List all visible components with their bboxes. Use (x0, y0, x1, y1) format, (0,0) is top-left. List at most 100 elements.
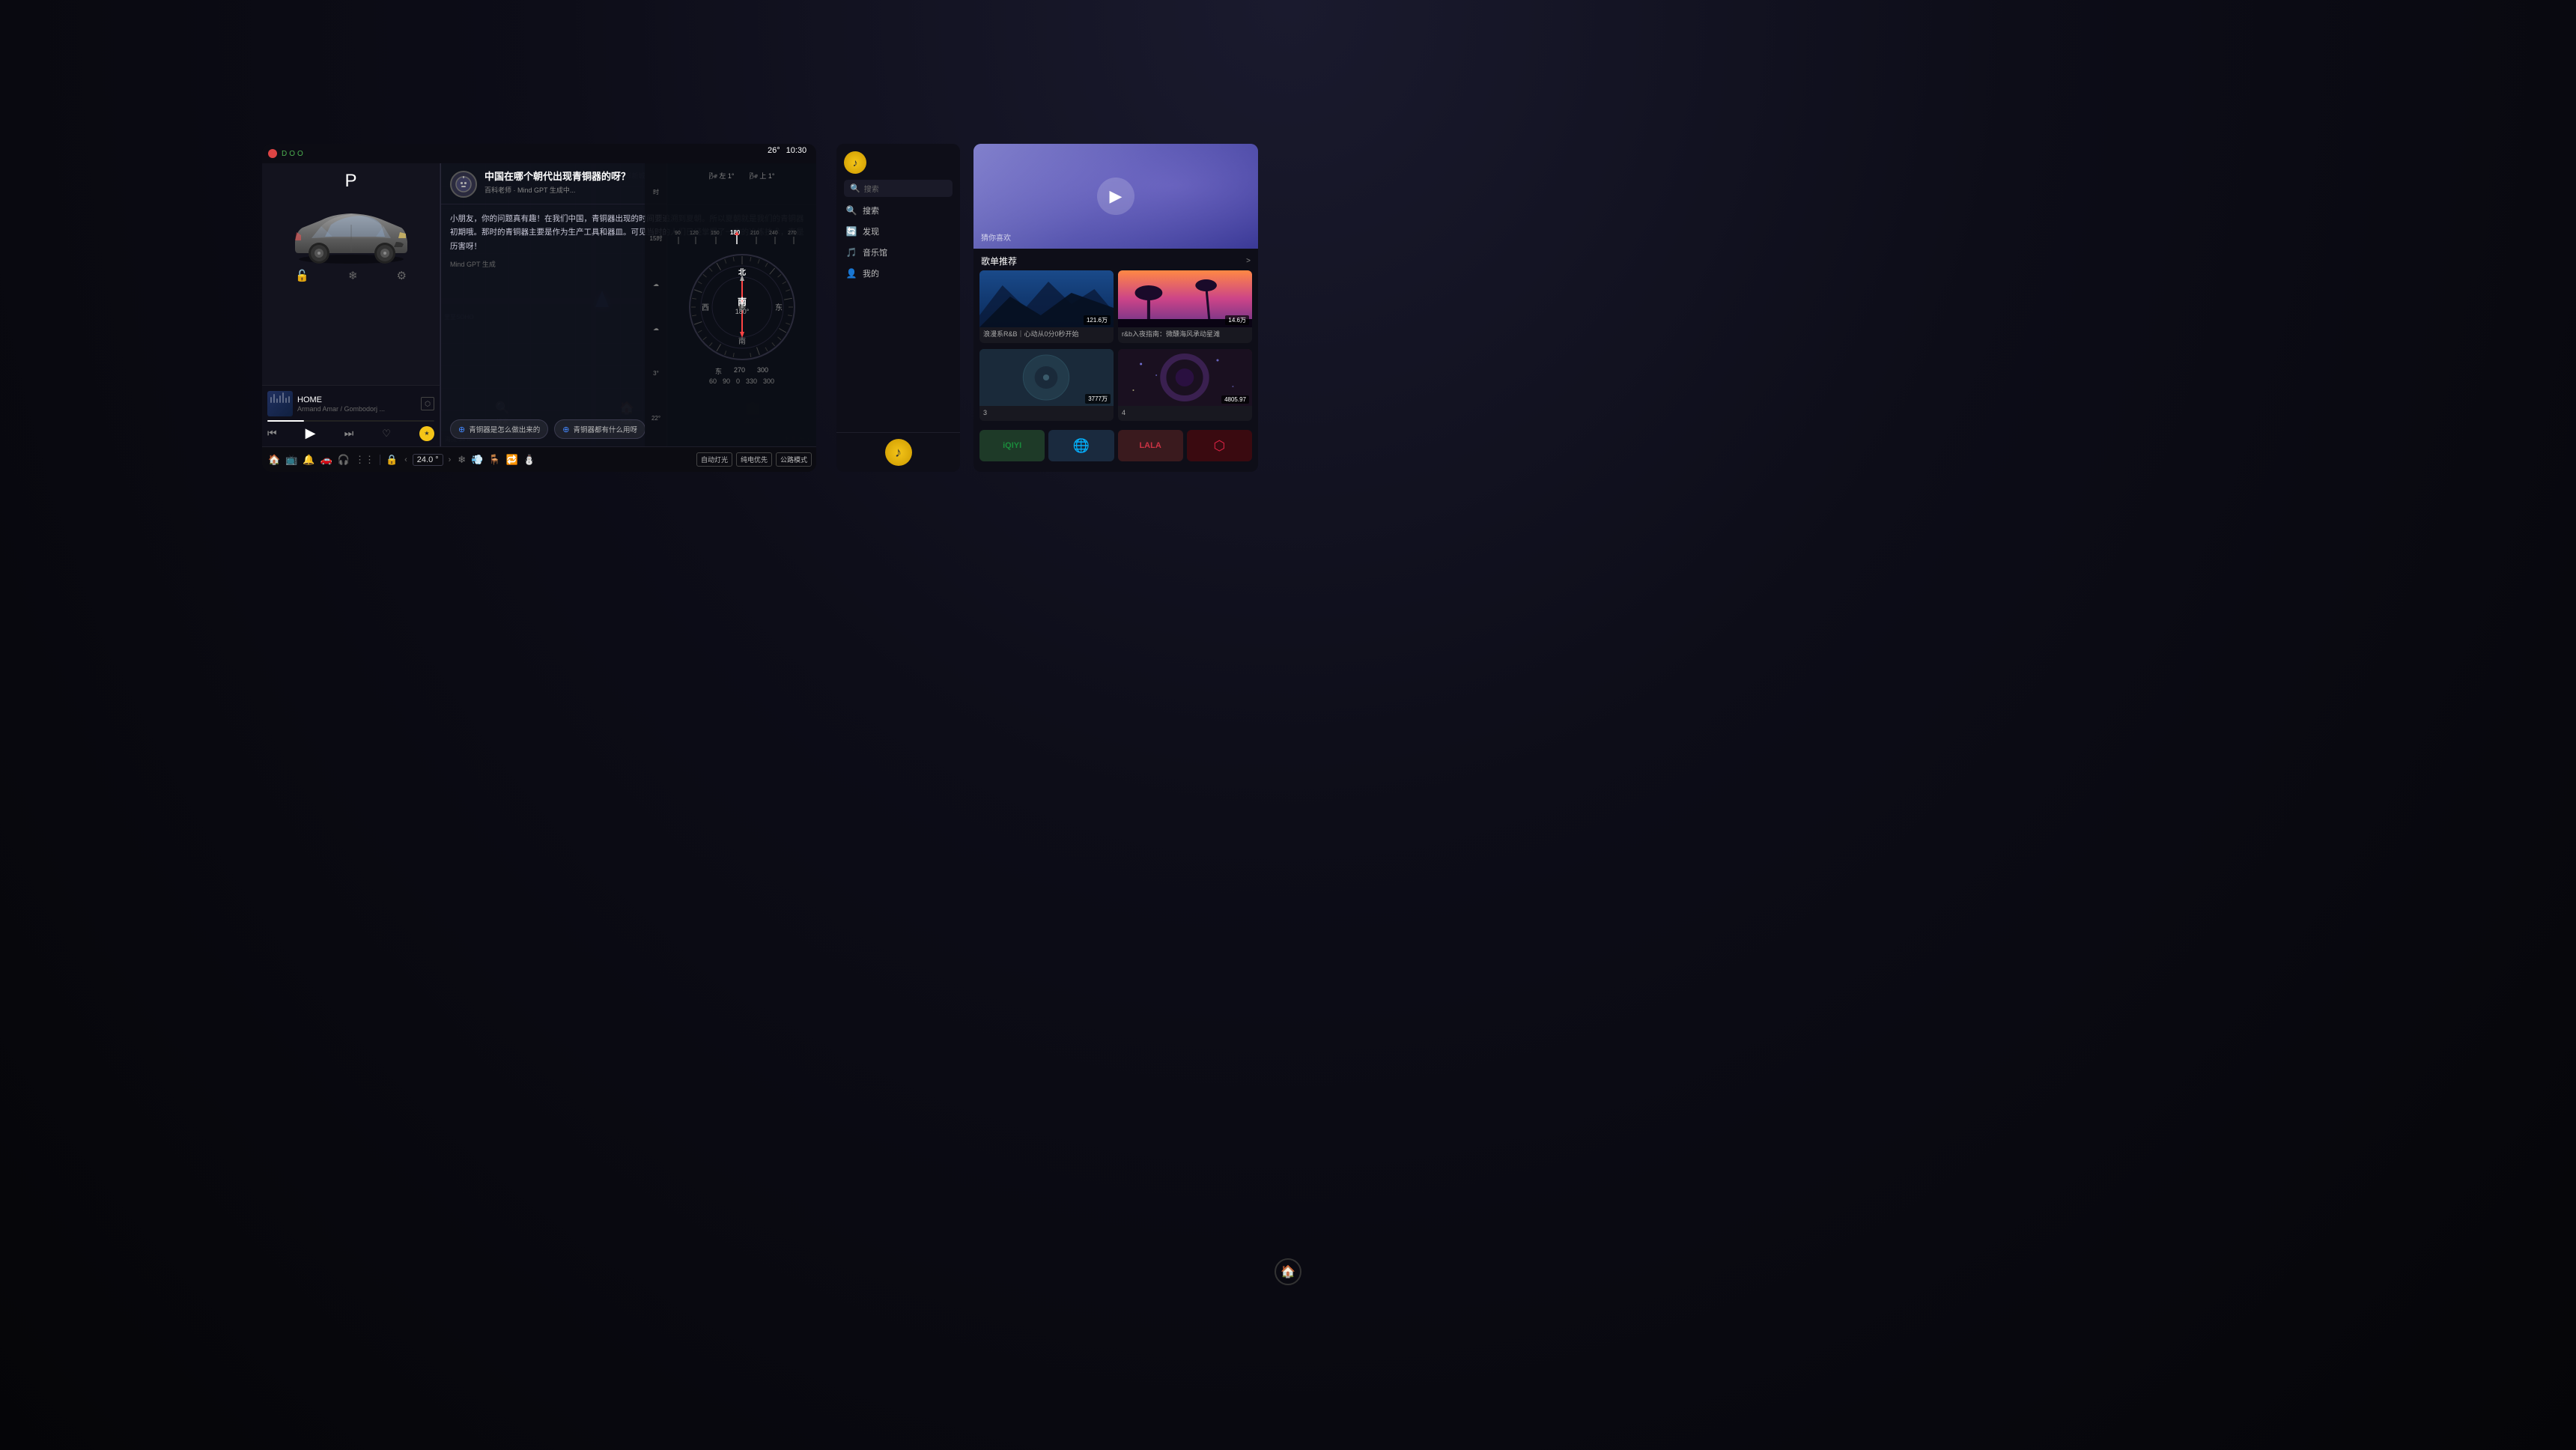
ai-suggestion-1[interactable]: ⊕ 青铜器是怎么做出来的 (450, 419, 548, 439)
road-mode-button[interactable]: 公路模式 (776, 452, 812, 467)
lock-icon[interactable]: 🔓 (295, 269, 309, 282)
music-controls: ⏮ ▶ ⏭ ♡ ★ (267, 425, 434, 441)
temp-value: 24.0 (417, 455, 433, 464)
audio-nav-icon[interactable]: 🎧 (336, 454, 351, 466)
music-artist: Armand Amar / Gombodorj ... (297, 405, 416, 413)
ai-suggestion-2[interactable]: ⊕ 青铜器都有什么用呀 (554, 419, 645, 439)
home-nav-icon[interactable]: 🏠 (267, 454, 282, 466)
svg-text:东: 东 (775, 303, 783, 312)
car-image (280, 193, 422, 264)
music-app-logo: ♪ (844, 151, 866, 174)
notification-nav-icon[interactable]: 🔔 (301, 454, 316, 466)
red-button[interactable]: ⬡ (1187, 430, 1252, 461)
defrost-icon[interactable]: ⛄ (522, 454, 537, 466)
music-nav-discover[interactable]: 🔄 发现 (844, 221, 953, 242)
playlist-art-2: 14.6万 (1118, 270, 1252, 327)
playlist-card-4[interactable]: 4805.97 4 (1118, 349, 1252, 422)
music-bottom-nav: iQIYI 🌐 LALA ⬡ (973, 427, 1258, 466)
settings-car-icon[interactable]: ⚙ (397, 269, 407, 282)
bottom-home-button[interactable]: 🏠 (1275, 1258, 1301, 1285)
playlist-count-3: 3777万 (1085, 394, 1111, 404)
prev-button[interactable]: ⏮ (267, 427, 277, 440)
display-nav-icon[interactable]: 📺 (284, 454, 299, 466)
car-display-area: P (262, 163, 440, 385)
playlist-cards-row-1: 121.6万 浪漫系R&B｜心动从0分0秒开始 (973, 270, 1258, 349)
playlist-cards-row-2: 3777万 3 4805.97 4 (973, 349, 1258, 428)
music-nav-my[interactable]: 👤 我的 (844, 263, 953, 284)
svg-text:210: 210 (750, 231, 759, 236)
playlist-art-3: 3777万 (979, 349, 1114, 406)
user-icon: 👤 (845, 268, 857, 279)
svg-text:120: 120 (690, 231, 699, 236)
playlist-section-more[interactable]: > (1246, 257, 1251, 265)
left-panel: P (262, 163, 440, 446)
ac-icon[interactable]: ❄ (456, 454, 467, 466)
playlist-card-3[interactable]: 3777万 3 (979, 349, 1114, 422)
compass-ring-area: 北 南 东 西 南 180° (686, 251, 798, 363)
music-search-icon: 🔍 (850, 183, 860, 193)
featured-label: 猜你喜欢 (981, 231, 1011, 243)
like-button[interactable]: ♡ (382, 428, 391, 440)
music-featured-widget: ▶ 猜你喜欢 歌单推荐 > (973, 144, 1258, 472)
main-infotainment-screen: DOO P (262, 144, 816, 472)
weather-temp-1: 3° (653, 370, 659, 377)
weather-temp-2: 22° (651, 415, 660, 422)
compass-info-270: 270 (734, 366, 745, 376)
svg-text:240: 240 (769, 231, 778, 236)
weather-time-2: 15时 (650, 234, 663, 243)
vent-icon[interactable]: 🔁 (505, 454, 520, 466)
refresh-icon: 🔄 (845, 226, 857, 237)
ai-suggest-icon-2: ⊕ (562, 425, 569, 434)
music-progress-bar (267, 420, 434, 422)
climate-icon[interactable]: ❄ (348, 269, 358, 282)
music-nav-library-label: 音乐馆 (863, 246, 887, 258)
svg-text:180°: 180° (735, 308, 749, 315)
music-app-logo-area: ♪ (836, 432, 960, 472)
lala-button[interactable]: LALA (1118, 430, 1183, 461)
svg-text:西: 西 (702, 304, 709, 312)
wind-left-info: 🌬 左 1° (708, 171, 734, 181)
music-expand-button[interactable]: ⬡ (421, 397, 434, 410)
lock-status-icon[interactable]: 🔒 (384, 454, 399, 466)
temperature-control[interactable]: 24.0 ° (413, 454, 443, 466)
auto-lights-button[interactable]: 自动灯光 (696, 452, 732, 467)
music-nav-links: 🔍 搜索 🔄 发现 🎵 音乐馆 👤 我的 (844, 200, 953, 284)
car-nav-icon[interactable]: 🚗 (319, 454, 334, 466)
globe-button[interactable]: 🌐 (1048, 430, 1114, 461)
featured-play-button[interactable]: ▶ (1097, 178, 1134, 215)
music-nav-library[interactable]: 🎵 音乐馆 (844, 242, 953, 263)
outdoor-temp-time: 26° 10:30 (768, 146, 806, 155)
ai-title-area: 中国在哪个朝代出现青铜器的呀？ 百科老师 · Mind GPT 生成中... (484, 171, 631, 195)
globe-icon: 🌐 (1073, 438, 1090, 454)
album-art (267, 391, 293, 416)
music-search-bar[interactable]: 🔍 搜索 (844, 180, 953, 197)
compass-bottom-info: 东 270 300 (715, 366, 768, 376)
music-logo-row: ♪ (844, 151, 953, 174)
playlist-name-3: 3 (979, 406, 1114, 422)
svg-text:90: 90 (675, 231, 681, 236)
outdoor-temp: 26° (768, 146, 780, 155)
compass-info-east: 东 (715, 366, 722, 376)
music-nav-search[interactable]: 🔍 搜索 (844, 200, 953, 221)
apps-nav-icon[interactable]: ⋮⋮ (353, 454, 376, 466)
music-app-header: ♪ 🔍 搜索 🔍 搜索 🔄 发现 🎵 音乐馆 👤 我的 (836, 144, 960, 288)
compass-scale-row: 90 120 150 180 210 240 270 (675, 225, 809, 246)
wind-icon[interactable]: 💨 (470, 454, 484, 466)
music-text-info: HOME Armand Amar / Gombodorj ... (297, 395, 416, 413)
play-button[interactable]: ▶ (306, 425, 316, 441)
compass-info-300: 300 (757, 366, 768, 376)
car-controls: 🔓 ❄ ⚙ (268, 264, 434, 287)
iqiyi-button[interactable]: iQIYI (979, 430, 1045, 461)
temp-arrow: ‹ (404, 455, 407, 464)
music-search-text: 搜索 (864, 183, 879, 194)
status-text: DOO (282, 150, 306, 158)
seat-heat-icon[interactable]: 🪑 (487, 454, 502, 466)
playlist-card-1[interactable]: 121.6万 浪漫系R&B｜心动从0分0秒开始 (979, 270, 1114, 343)
next-button[interactable]: ⏭ (344, 427, 354, 440)
music-app-logo-bottom: ♪ (885, 439, 912, 466)
ev-priority-button[interactable]: 纯电优先 (736, 452, 772, 467)
ai-suggest-icon-1: ⊕ (458, 425, 465, 434)
music-app-panel: ♪ 🔍 搜索 🔍 搜索 🔄 发现 🎵 音乐馆 👤 我的 (836, 144, 960, 472)
temp-arrow-r: › (449, 455, 452, 464)
playlist-card-2[interactable]: 14.6万 r&b入夜指南：微醺海风承动星滩 (1118, 270, 1252, 343)
